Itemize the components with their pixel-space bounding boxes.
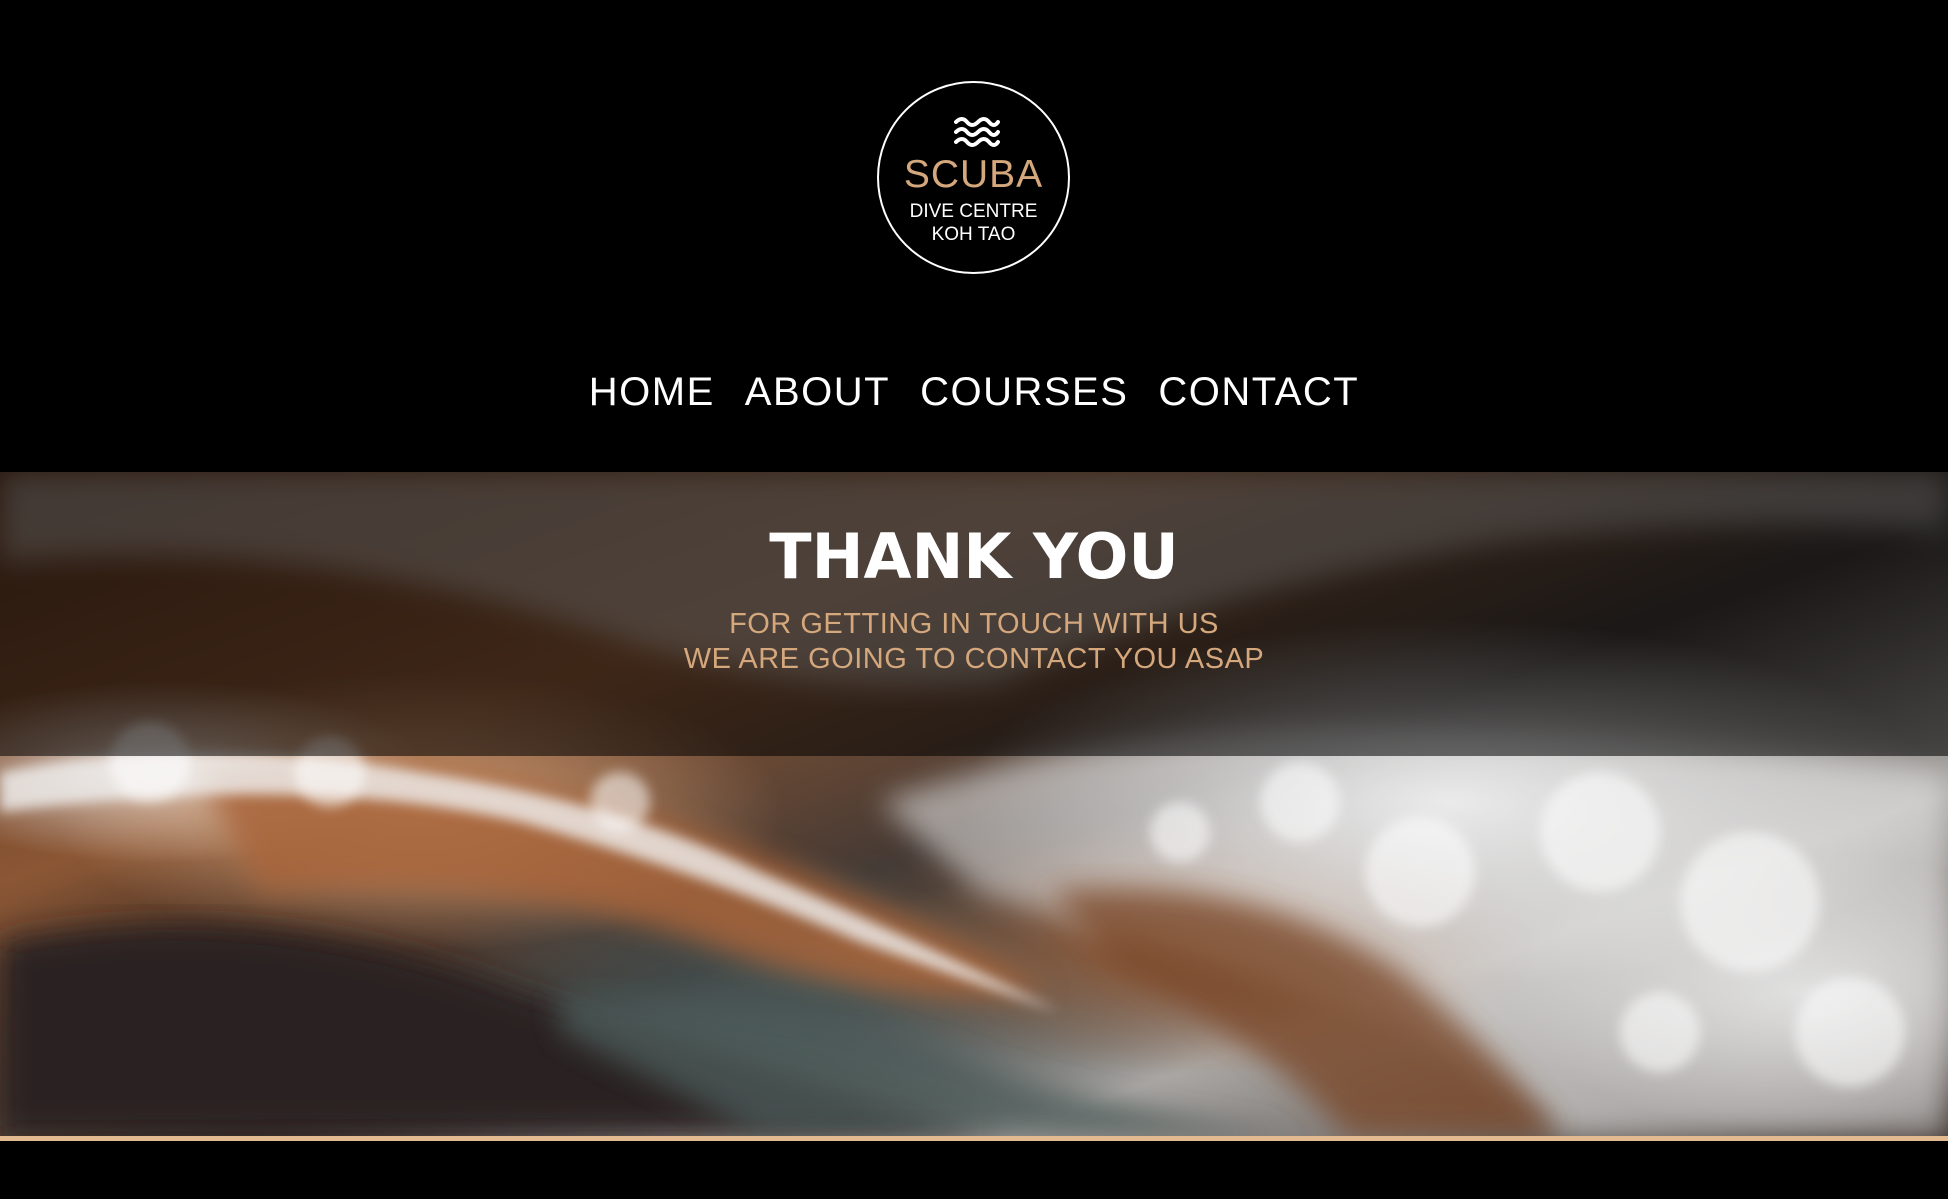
hero-text-overlay: THANK YOU FOR GETTING IN TOUCH WITH US W… <box>0 472 1948 756</box>
site-footer <box>0 1141 1948 1199</box>
nav-item-courses[interactable]: COURSES <box>920 368 1128 416</box>
page: SCUBA DIVE CENTRE KOH TAO HOME ABOUT COU… <box>0 0 1948 1199</box>
logo-subtitle-line2: KOH TAO <box>931 224 1016 245</box>
thank-you-heading: THANK YOU <box>769 520 1179 593</box>
hero-message-line1: FOR GETTING IN TOUCH WITH US <box>729 608 1219 640</box>
waves-icon <box>954 117 1000 147</box>
logo-title: SCUBA <box>903 153 1044 196</box>
logo-subtitle-line1: DIVE CENTRE <box>909 201 1038 222</box>
nav-item-home[interactable]: HOME <box>589 368 715 416</box>
main-nav: HOME ABOUT COURSES CONTACT <box>0 368 1948 416</box>
nav-item-contact[interactable]: CONTACT <box>1158 368 1359 416</box>
hero-section: THANK YOU FOR GETTING IN TOUCH WITH US W… <box>0 472 1948 1136</box>
hero-message-line2: WE ARE GOING TO CONTACT YOU ASAP <box>683 643 1265 675</box>
site-header: SCUBA DIVE CENTRE KOH TAO HOME ABOUT COU… <box>0 0 1948 472</box>
site-logo[interactable]: SCUBA DIVE CENTRE KOH TAO <box>877 81 1070 274</box>
nav-item-about[interactable]: ABOUT <box>745 368 890 416</box>
